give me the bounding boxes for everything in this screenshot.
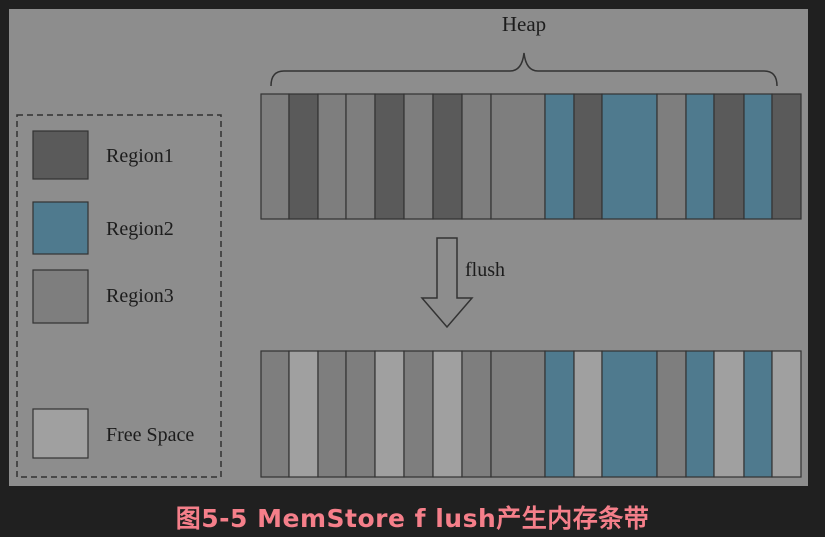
legend-label-region1: Region1	[106, 145, 174, 167]
before-cell-region2	[685, 93, 715, 220]
after-cell-free	[288, 350, 319, 478]
after-cell-free	[573, 350, 603, 478]
after-cell-region2	[544, 350, 575, 478]
legend-swatch-region3	[32, 269, 89, 324]
after-cell-region2	[685, 350, 715, 478]
legend-label-free-space: Free Space	[106, 424, 194, 446]
figure-caption: 图5-5 MemStore f lush产生内存条带	[175, 504, 650, 533]
before-cell-region3	[260, 93, 290, 220]
before-cell-region3	[656, 93, 687, 220]
after-cell-free	[432, 350, 463, 478]
heap-strip-after-flush	[260, 350, 802, 478]
heap-label: Heap	[502, 12, 546, 36]
before-cell-region1	[573, 93, 603, 220]
before-cell-region3	[461, 93, 492, 220]
after-cell-region3	[345, 350, 376, 478]
after-cell-region3	[317, 350, 347, 478]
memstore-flush-diagram: Region1 Region2 Region3 Free Space Heap …	[9, 9, 808, 486]
before-cell-region1	[288, 93, 319, 220]
before-cell-region2	[601, 93, 658, 220]
before-cell-region2	[743, 93, 773, 220]
after-cell-region3	[260, 350, 290, 478]
before-cell-region3	[403, 93, 434, 220]
after-cell-region2	[743, 350, 773, 478]
after-cell-free	[374, 350, 405, 478]
legend-swatch-free-space	[32, 408, 89, 459]
flush-label: flush	[465, 259, 505, 281]
legend-swatch-region1	[32, 130, 89, 180]
before-cell-region1	[713, 93, 745, 220]
before-cell-region1	[374, 93, 405, 220]
legend-label-region2: Region2	[106, 218, 174, 240]
after-cell-region3	[656, 350, 687, 478]
before-cell-region3	[345, 93, 376, 220]
after-cell-region2	[601, 350, 658, 478]
heap-strip-before-flush	[260, 93, 802, 220]
legend-swatch-region2	[32, 201, 89, 255]
after-cell-region3	[461, 350, 492, 478]
before-cell-region3	[490, 93, 546, 220]
legend-label-region3: Region3	[106, 285, 174, 307]
after-cell-free	[771, 350, 802, 478]
after-cell-free	[713, 350, 745, 478]
before-cell-region1	[771, 93, 802, 220]
before-cell-region2	[544, 93, 575, 220]
before-cell-region1	[432, 93, 463, 220]
after-cell-region3	[490, 350, 546, 478]
after-cell-region3	[403, 350, 434, 478]
before-cell-region3	[317, 93, 347, 220]
